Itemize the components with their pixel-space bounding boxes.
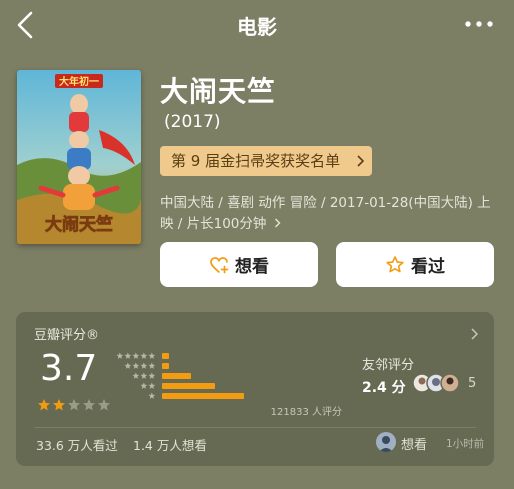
- friend-activity-time: 1小时前: [446, 438, 485, 450]
- heart-plus-icon: [210, 256, 229, 273]
- rating-histogram: [114, 352, 354, 402]
- histogram-bar-track: [162, 353, 342, 359]
- mini-star-icons: [140, 382, 156, 389]
- histogram-row-3: [114, 372, 354, 380]
- star-filled-icon: [53, 399, 65, 411]
- divider: [34, 427, 476, 428]
- histogram-bar: [162, 393, 244, 399]
- movie-year: (2017): [164, 112, 221, 132]
- rating-score: 3.7: [40, 348, 98, 389]
- histogram-bar: [162, 353, 169, 359]
- mini-star-icons: [124, 362, 156, 369]
- movie-meta-text: 中国大陆 / 喜剧 动作 冒险 / 2017-01-28(中国大陆) 上映 / …: [160, 195, 491, 232]
- friend-activity-action: 想看: [401, 438, 428, 453]
- award-badge[interactable]: 第 9 届金扫帚奖获奖名单: [160, 146, 372, 176]
- movie-poster[interactable]: 大年初一 大闹天竺: [17, 70, 141, 244]
- watched-button[interactable]: 看过: [336, 242, 494, 287]
- histogram-bar: [162, 363, 169, 369]
- chevron-right-icon: [274, 218, 281, 228]
- want-to-watch-button[interactable]: 想看: [160, 242, 318, 287]
- histogram-bar: [162, 383, 215, 389]
- friend-rating-label: 友邻评分: [362, 358, 415, 373]
- histogram-bar-track: [162, 393, 342, 399]
- award-label: 第 9 届金扫帚奖获奖名单: [171, 152, 341, 170]
- star-empty-icon: [68, 399, 80, 411]
- svg-text:大年初一: 大年初一: [59, 75, 99, 88]
- nav-bar: 电影: [0, 0, 514, 50]
- movie-meta[interactable]: 中国大陆 / 喜剧 动作 冒险 / 2017-01-28(中国大陆) 上映 / …: [160, 193, 500, 235]
- histogram-bar: [162, 373, 191, 379]
- seen-count[interactable]: 33.6 万人看过: [36, 435, 118, 454]
- mini-star-icons: [148, 392, 156, 399]
- star-filled-icon: [38, 399, 50, 411]
- histogram-bar-track: [162, 383, 342, 389]
- mini-star-icons: [116, 352, 156, 359]
- more-dots-icon[interactable]: [464, 14, 494, 34]
- histogram-bar-track: [162, 373, 342, 379]
- avatar: [440, 373, 460, 393]
- histogram-row-4: [114, 362, 354, 370]
- chevron-right-icon: [357, 155, 364, 167]
- chevron-right-icon[interactable]: [470, 328, 478, 340]
- friend-count: 5: [468, 376, 477, 391]
- want-label: 想看: [235, 257, 269, 277]
- seen-label: 看过: [411, 257, 445, 277]
- mini-star-icons: [132, 372, 156, 379]
- histogram-bar-track: [162, 363, 342, 369]
- rating-stars: [37, 398, 111, 412]
- histogram-row-1: [114, 392, 354, 400]
- star-empty-icon: [83, 399, 95, 411]
- page-title: 电影: [237, 15, 277, 39]
- friend-rating-score: 2.4 分: [362, 380, 406, 396]
- histogram-row-5: [114, 352, 354, 360]
- rating-heading: 豆瓣评分®: [34, 328, 100, 343]
- histogram-row-2: [114, 382, 354, 390]
- star-outline-icon: [386, 255, 404, 272]
- star-empty-icon: [98, 399, 110, 411]
- user-avatar-icon: [376, 432, 396, 452]
- avatar[interactable]: [376, 432, 396, 452]
- rating-count: 121833 人评分: [270, 407, 342, 418]
- rating-card[interactable]: 豆瓣评分® 3.7 121833 人评分 友邻评分 2.4 分 5 33.6 万…: [16, 312, 494, 466]
- svg-text:大闹天竺: 大闹天竺: [45, 214, 113, 235]
- want-count[interactable]: 1.4 万人想看: [133, 435, 207, 454]
- movie-title: 大闹天竺: [160, 75, 277, 108]
